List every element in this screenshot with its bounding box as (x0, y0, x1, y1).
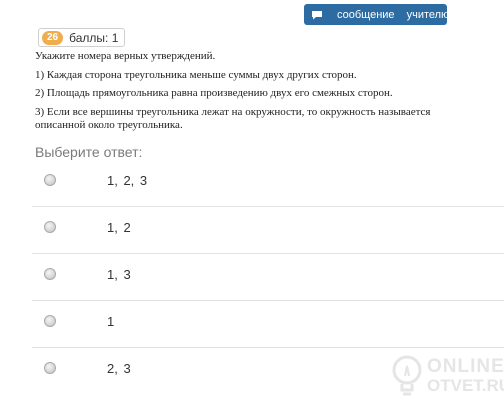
radio-button[interactable] (44, 174, 56, 186)
chat-bubble-icon (311, 10, 323, 20)
statement-1: 1) Каждая сторона треугольника меньше су… (35, 68, 357, 81)
radio-button[interactable] (44, 362, 56, 374)
lightbulb-icon (392, 354, 422, 405)
answer-option-label: 1, 2 (107, 220, 131, 235)
question-prompt: Укажите номера верных утверждений. (35, 50, 216, 62)
watermark-line-2: OTVET.RU (427, 376, 504, 395)
answer-option-label: 1, 2, 3 (107, 173, 148, 188)
statement-3: 3) Если все вершины треугольника лежат н… (35, 105, 431, 132)
points-label: баллы: 1 (69, 30, 119, 45)
statement-2: 2) Площадь прямоугольника равна произвед… (35, 87, 393, 99)
answer-option-3[interactable]: 1, 3 (32, 254, 504, 301)
online-otvet-watermark: ONLINE OTVET.RU (392, 352, 504, 404)
message-teacher-label: сообщение учителю (337, 8, 450, 21)
question-score-badge: 26 баллы: 1 (38, 28, 126, 47)
answer-option-label: 1 (107, 314, 115, 329)
answer-option-1[interactable]: 1, 2, 3 (32, 160, 504, 207)
radio-button[interactable] (44, 268, 56, 280)
choose-answer-label: Выберите ответ: (35, 144, 143, 160)
question-number-badge: 26 (42, 30, 64, 45)
message-teacher-button[interactable]: сообщение учителю (304, 4, 450, 25)
radio-button[interactable] (44, 221, 56, 233)
answer-option-label: 2, 3 (107, 361, 131, 376)
watermark-line-1: ONLINE (427, 356, 504, 377)
question-text: Укажите номера верных утверждений. 1) Ка… (35, 50, 480, 138)
radio-button[interactable] (44, 315, 56, 327)
answer-option-4[interactable]: 1 (32, 301, 504, 348)
answer-option-2[interactable]: 1, 2 (32, 207, 504, 254)
answer-option-label: 1, 3 (107, 267, 131, 282)
